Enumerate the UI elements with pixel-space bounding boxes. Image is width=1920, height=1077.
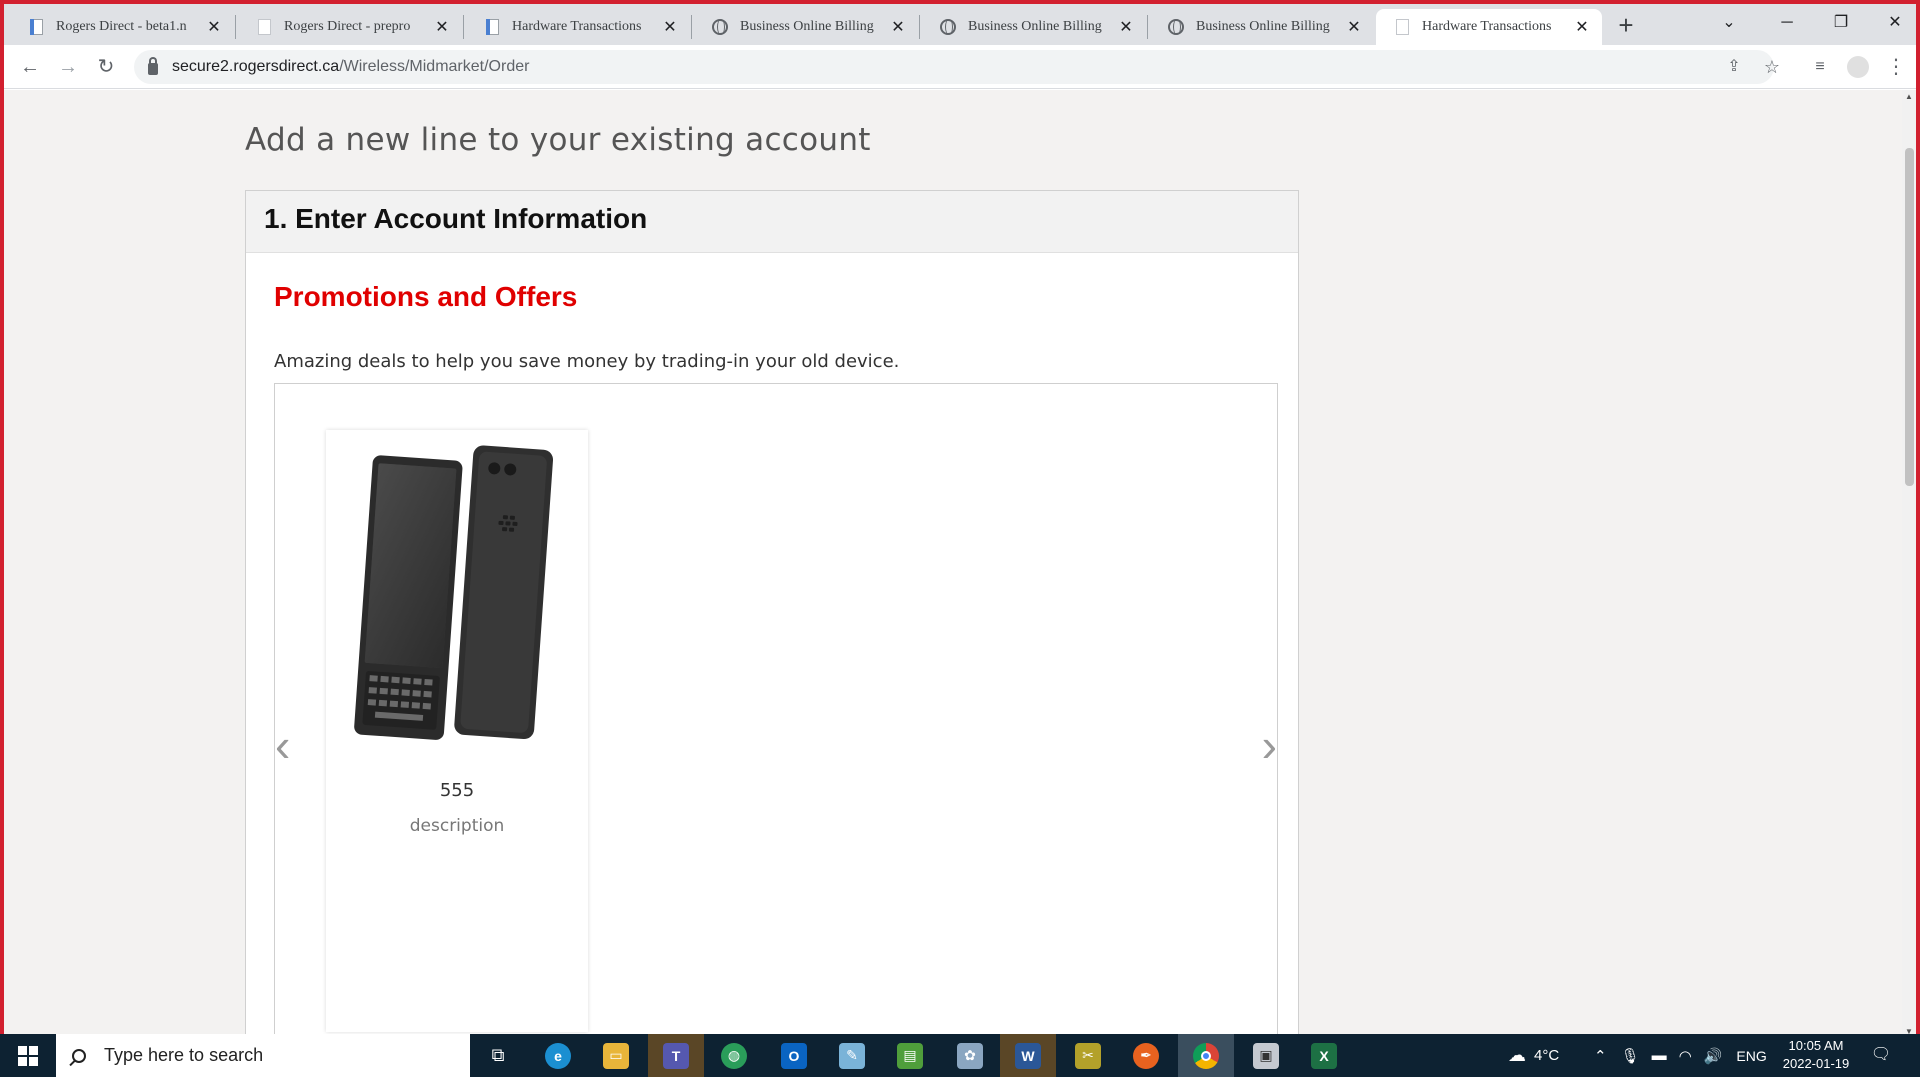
lock-icon	[148, 57, 158, 75]
project-app-icon[interactable]: ▤	[882, 1034, 938, 1077]
scrollbar-thumb[interactable]	[1905, 148, 1914, 486]
system-tray: ⌃ 🎙 ▬ ◠ 🔊 ENG	[1594, 1034, 1767, 1077]
microphone-icon[interactable]: 🎙	[1621, 1047, 1640, 1065]
chevron-up-icon[interactable]: ⌃	[1594, 1047, 1607, 1065]
globe-icon	[1168, 19, 1184, 35]
blank-page-icon	[1394, 19, 1410, 35]
share-icon[interactable]: ⇪	[1720, 53, 1748, 81]
excel-icon[interactable]: X	[1296, 1034, 1352, 1077]
promo-carousel: ‹ › 555 description	[274, 383, 1278, 1038]
battery-icon[interactable]: ▬	[1652, 1047, 1667, 1064]
notes-app-icon[interactable]: ✎	[824, 1034, 880, 1077]
globe-icon	[940, 19, 956, 35]
chevron-right-icon[interactable]: ›	[1262, 722, 1277, 768]
card-title: 555	[439, 780, 475, 801]
scroll-up-icon[interactable]: ▲	[1905, 92, 1913, 101]
globe-icon	[712, 19, 728, 35]
promo-card[interactable]: 555 description	[326, 430, 588, 1032]
menu-kebab-icon[interactable]: ⋮	[1882, 53, 1910, 81]
browser-toolbar: ← → ↻ secure2.rogersdirect.ca/Wireless/M…	[4, 45, 1916, 89]
chevron-left-icon[interactable]: ‹	[275, 722, 290, 768]
windows-logo-icon	[18, 1045, 38, 1066]
chrome-icon[interactable]	[1178, 1034, 1234, 1077]
blank-page-icon	[256, 19, 272, 35]
page-viewport: Add a new line to your existing account …	[4, 90, 1902, 1038]
windows-taskbar: Type here to search ⧉ e ▭ T ◍ O ✎ ▤ ✿ W …	[0, 1034, 1920, 1077]
forward-button[interactable]: →	[54, 53, 82, 81]
document-icon	[484, 19, 500, 35]
weather-widget[interactable]: ☁ 4°C	[1508, 1034, 1559, 1077]
edge-icon[interactable]: e	[530, 1034, 586, 1077]
tab-search-button[interactable]: ⌄	[1706, 8, 1752, 38]
account-info-panel: 1. Enter Account Information Promotions …	[245, 190, 1299, 1038]
notification-icon[interactable]: 🗨	[1868, 1042, 1894, 1068]
globe-app-icon[interactable]: ◍	[706, 1034, 762, 1077]
volume-icon[interactable]: 🔊	[1704, 1047, 1723, 1065]
file-explorer-icon[interactable]: ▭	[588, 1034, 644, 1077]
minimize-button[interactable]: ─	[1764, 8, 1810, 38]
browser-tab[interactable]: Rogers Direct - beta1.n ✕	[10, 9, 234, 45]
document-icon	[28, 19, 44, 35]
tab-title: Rogers Direct - prepro	[284, 19, 411, 34]
browser-tab-active[interactable]: Hardware Transactions ✕	[1376, 9, 1602, 45]
close-icon[interactable]: ✕	[888, 17, 908, 37]
tab-title: Rogers Direct - beta1.n	[56, 19, 187, 34]
task-view-icon[interactable]: ⧉	[470, 1034, 526, 1077]
language-indicator[interactable]: ENG	[1736, 1048, 1766, 1064]
reload-button[interactable]: ↻	[92, 53, 120, 81]
teams-icon[interactable]: T	[648, 1034, 704, 1077]
close-icon[interactable]: ✕	[432, 17, 452, 37]
bookmark-star-icon[interactable]: ☆	[1758, 53, 1786, 81]
outlook-icon[interactable]: O	[766, 1034, 822, 1077]
taskbar-search-box[interactable]: Type here to search	[56, 1034, 470, 1077]
remote-desktop-icon[interactable]: ▣	[1238, 1034, 1294, 1077]
clock-date: 2022-01-19	[1782, 1056, 1850, 1071]
close-window-button[interactable]: ✕	[1872, 8, 1916, 38]
back-button[interactable]: ←	[16, 53, 44, 81]
clock-time: 10:05 AM	[1788, 1038, 1844, 1053]
phone-image	[354, 445, 554, 740]
browser-tab[interactable]: Business Online Billing ✕	[922, 9, 1146, 45]
browser-tab[interactable]: Business Online Billing ✕	[1150, 9, 1374, 45]
card-description: description	[409, 816, 505, 836]
promotions-title: Promotions and Offers	[274, 281, 578, 312]
tab-strip: Rogers Direct - beta1.n ✕ Rogers Direct …	[4, 4, 1916, 45]
close-icon[interactable]: ✕	[204, 17, 224, 37]
close-icon[interactable]: ✕	[660, 17, 680, 37]
search-icon	[72, 1048, 86, 1063]
browser-tab[interactable]: Hardware Transactions ✕	[466, 9, 690, 45]
weather-temp: 4°C	[1534, 1047, 1560, 1064]
windows-start-button[interactable]	[0, 1034, 56, 1077]
tab-title: Business Online Billing	[1196, 19, 1330, 34]
paint-app-icon[interactable]: ✿	[942, 1034, 998, 1077]
pen-app-icon[interactable]: ✒	[1118, 1034, 1174, 1077]
tab-title: Hardware Transactions	[1422, 19, 1552, 34]
media-control-icon[interactable]: ≡	[1806, 53, 1834, 81]
close-icon[interactable]: ✕	[1572, 17, 1592, 37]
vertical-scrollbar[interactable]: ▲ ▼	[1902, 90, 1916, 1038]
browser-tab[interactable]: Rogers Direct - prepro ✕	[238, 9, 462, 45]
profile-avatar-icon[interactable]	[1844, 53, 1872, 81]
taskbar-clock[interactable]: 10:05 AM 2022-01-19	[1768, 1037, 1864, 1073]
address-bar[interactable]: secure2.rogersdirect.ca/Wireless/Midmark…	[134, 50, 1774, 84]
restore-button[interactable]: ❐	[1818, 8, 1864, 38]
url-text: secure2.rogersdirect.ca/Wireless/Midmark…	[172, 58, 530, 75]
tab-title: Business Online Billing	[968, 19, 1102, 34]
tab-title: Business Online Billing	[740, 19, 874, 34]
page-title: Add a new line to your existing account	[245, 122, 871, 158]
app-window: Rogers Direct - beta1.n ✕ Rogers Direct …	[0, 0, 1920, 1077]
new-tab-button[interactable]: +	[1612, 11, 1640, 39]
word-icon[interactable]: W	[1000, 1034, 1056, 1077]
snipping-tool-icon[interactable]: ✂	[1060, 1034, 1116, 1077]
cloud-icon: ☁	[1508, 1045, 1526, 1065]
close-icon[interactable]: ✕	[1344, 17, 1364, 37]
browser-tab[interactable]: Business Online Billing ✕	[694, 9, 918, 45]
step-header: 1. Enter Account Information	[246, 191, 1298, 253]
close-icon[interactable]: ✕	[1116, 17, 1136, 37]
tab-title: Hardware Transactions	[512, 19, 642, 34]
promotions-description: Amazing deals to help you save money by …	[274, 351, 900, 372]
wifi-icon[interactable]: ◠	[1679, 1047, 1692, 1065]
search-placeholder: Type here to search	[104, 1045, 264, 1065]
